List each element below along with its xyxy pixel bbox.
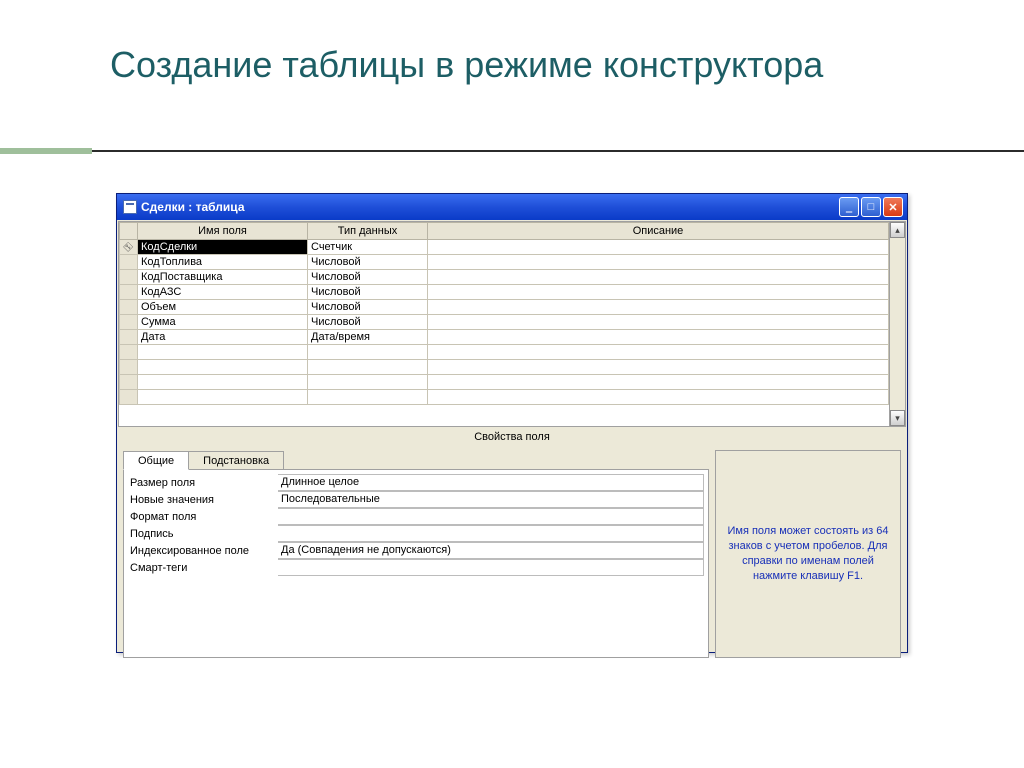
close-button[interactable]: ✕ [883, 197, 903, 217]
row-selector[interactable] [120, 330, 138, 345]
maximize-button[interactable]: □ [861, 197, 881, 217]
field-name-cell[interactable]: КодТоплива [138, 255, 308, 270]
property-value[interactable] [278, 508, 704, 525]
field-type-cell[interactable]: Числовой [308, 300, 428, 315]
property-label: Новые значения [128, 494, 278, 506]
field-desc-cell[interactable] [428, 285, 889, 300]
field-desc-cell[interactable] [428, 300, 889, 315]
col-name-header[interactable]: Имя поля [138, 223, 308, 240]
primary-key-icon: ⚿ [122, 241, 135, 254]
tab-general[interactable]: Общие [123, 451, 189, 470]
scroll-down-button[interactable]: ▾ [890, 410, 905, 426]
property-label: Формат поля [128, 511, 278, 523]
property-row[interactable]: Подпись [128, 525, 708, 542]
table-row[interactable]: КодТопливаЧисловой [120, 255, 889, 270]
field-type-cell[interactable]: Числовой [308, 270, 428, 285]
help-text: Имя поля может состоять из 64 знаков с у… [726, 524, 890, 583]
scroll-up-button[interactable]: ▴ [890, 222, 905, 238]
field-name-cell[interactable]: Дата [138, 330, 308, 345]
field-name-cell[interactable]: КодПоставщика [138, 270, 308, 285]
row-selector[interactable] [120, 270, 138, 285]
property-label: Подпись [128, 528, 278, 540]
slide-title: Создание таблицы в режиме конструктора [110, 42, 823, 87]
property-row[interactable]: Размер поляДлинное целое [128, 474, 708, 491]
help-panel: Имя поля может состоять из 64 знаков с у… [715, 450, 901, 658]
row-selector[interactable] [120, 300, 138, 315]
table-row[interactable]: ⚿КодСделкиСчетчик [120, 240, 889, 255]
table-row[interactable]: СуммаЧисловой [120, 315, 889, 330]
table-row[interactable] [120, 345, 889, 360]
table-row[interactable]: ДатаДата/время [120, 330, 889, 345]
design-window: Сделки : таблица ‗ □ ✕ Имя поля Тип данн… [116, 193, 908, 653]
property-value[interactable] [278, 559, 704, 576]
properties-header: Свойства поля [117, 428, 907, 446]
field-name-cell[interactable]: Сумма [138, 315, 308, 330]
properties-panel: Размер поляДлинное целоеНовые значенияПо… [123, 469, 709, 658]
property-value[interactable]: Да (Совпадения не допускаются) [278, 542, 704, 559]
field-desc-cell[interactable] [428, 315, 889, 330]
table-row[interactable] [120, 390, 889, 405]
table-row[interactable] [120, 375, 889, 390]
table-row[interactable]: КодАЗСЧисловой [120, 285, 889, 300]
window-title: Сделки : таблица [141, 200, 245, 214]
grid-scrollbar[interactable]: ▴ ▾ [889, 222, 905, 426]
field-type-cell[interactable]: Счетчик [308, 240, 428, 255]
row-selector-header[interactable] [120, 223, 138, 240]
field-type-cell[interactable]: Числовой [308, 255, 428, 270]
property-row[interactable]: Новые значенияПоследовательные [128, 491, 708, 508]
col-type-header[interactable]: Тип данных [308, 223, 428, 240]
field-type-cell[interactable]: Числовой [308, 285, 428, 300]
row-selector[interactable]: ⚿ [120, 240, 138, 255]
row-selector[interactable] [120, 285, 138, 300]
title-underline [0, 148, 1024, 154]
property-value[interactable] [278, 525, 704, 542]
field-type-cell[interactable]: Дата/время [308, 330, 428, 345]
field-name-cell[interactable]: КодСделки [138, 240, 308, 255]
table-icon [123, 200, 137, 214]
property-row[interactable]: Формат поля [128, 508, 708, 525]
property-label: Индексированное поле [128, 545, 278, 557]
field-name-cell[interactable]: Объем [138, 300, 308, 315]
row-selector[interactable] [120, 315, 138, 330]
minimize-button[interactable]: ‗ [839, 197, 859, 217]
col-desc-header[interactable]: Описание [428, 223, 889, 240]
field-name-cell[interactable]: КодАЗС [138, 285, 308, 300]
field-desc-cell[interactable] [428, 330, 889, 345]
row-selector[interactable] [120, 255, 138, 270]
field-desc-cell[interactable] [428, 270, 889, 285]
table-row[interactable] [120, 360, 889, 375]
window-titlebar[interactable]: Сделки : таблица ‗ □ ✕ [117, 194, 907, 220]
field-desc-cell[interactable] [428, 255, 889, 270]
tab-lookup[interactable]: Подстановка [188, 451, 284, 470]
field-type-cell[interactable]: Числовой [308, 315, 428, 330]
property-row[interactable]: Смарт-теги [128, 559, 708, 576]
property-row[interactable]: Индексированное полеДа (Совпадения не до… [128, 542, 708, 559]
table-row[interactable]: ОбъемЧисловой [120, 300, 889, 315]
table-row[interactable]: КодПоставщикаЧисловой [120, 270, 889, 285]
fields-grid[interactable]: Имя поля Тип данных Описание ⚿КодСделкиС… [118, 221, 906, 427]
property-value[interactable]: Последовательные [278, 491, 704, 508]
property-label: Размер поля [128, 477, 278, 489]
field-desc-cell[interactable] [428, 240, 889, 255]
property-value[interactable]: Длинное целое [278, 474, 704, 491]
property-label: Смарт-теги [128, 562, 278, 574]
